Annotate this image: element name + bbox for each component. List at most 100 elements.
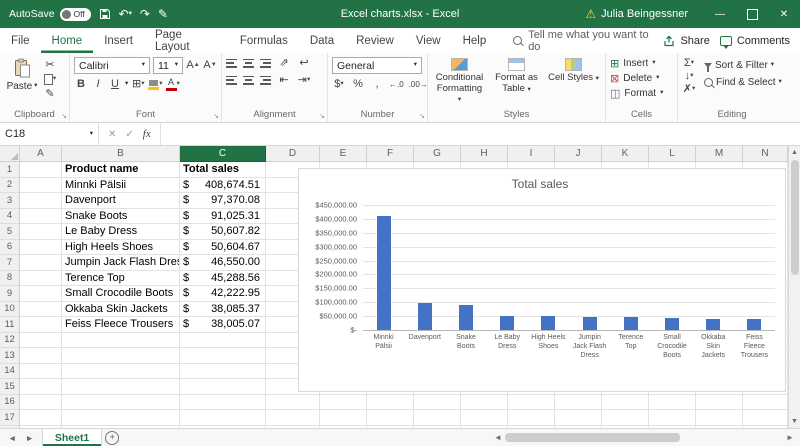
- select-all-corner[interactable]: [0, 146, 20, 162]
- cell-B3[interactable]: Davenport: [62, 193, 180, 209]
- close-button[interactable]: ✕: [768, 0, 800, 28]
- clipboard-dialog-launcher-icon[interactable]: ↘: [61, 112, 67, 120]
- cell-C10[interactable]: $38,085.37: [180, 301, 266, 317]
- cell-A7[interactable]: [20, 255, 62, 271]
- scroll-up-icon[interactable]: ▲: [791, 146, 798, 159]
- cell-F16[interactable]: [367, 394, 414, 410]
- save-button[interactable]: [99, 8, 111, 20]
- cell-L17[interactable]: [649, 410, 696, 426]
- underline-button[interactable]: U: [108, 78, 122, 90]
- cell-A15[interactable]: [20, 379, 62, 395]
- cell-G18[interactable]: [414, 425, 461, 428]
- cell-B16[interactable]: [62, 394, 180, 410]
- cell-B1[interactable]: Product name: [62, 162, 180, 178]
- paste-button[interactable]: Paste ▾: [4, 56, 40, 100]
- cell-I17[interactable]: [508, 410, 555, 426]
- cell-B4[interactable]: Snake Boots: [62, 208, 180, 224]
- row-header-13[interactable]: 13: [0, 348, 20, 364]
- bar-le-baby-dress[interactable]: [500, 315, 515, 330]
- row-header-15[interactable]: 15: [0, 379, 20, 395]
- insert-function-button[interactable]: fx: [143, 128, 151, 140]
- cell-D18[interactable]: [266, 425, 320, 428]
- bar-terence-top[interactable]: [623, 317, 638, 330]
- prev-sheet-icon[interactable]: ◄: [8, 433, 16, 443]
- cell-M17[interactable]: [696, 410, 743, 426]
- cell-A13[interactable]: [20, 348, 62, 364]
- cell-C1[interactable]: Total sales: [180, 162, 266, 178]
- cell-E18[interactable]: [320, 425, 367, 428]
- bar-jumpin-jack-flash-dress[interactable]: [582, 317, 597, 330]
- account-warning-icon[interactable]: ⚠: [585, 7, 596, 21]
- column-header-E[interactable]: E: [320, 146, 367, 162]
- cell-G16[interactable]: [414, 394, 461, 410]
- row-header-12[interactable]: 12: [0, 332, 20, 348]
- cell-K17[interactable]: [602, 410, 649, 426]
- tab-data[interactable]: Data: [299, 28, 345, 53]
- row-header-5[interactable]: 5: [0, 224, 20, 240]
- bold-button[interactable]: B: [74, 78, 88, 90]
- vertical-scrollbar[interactable]: ▲ ▼: [788, 146, 800, 428]
- cell-A8[interactable]: [20, 270, 62, 286]
- cell-K18[interactable]: [602, 425, 649, 428]
- row-header-8[interactable]: 8: [0, 270, 20, 286]
- align-center-icon[interactable]: [243, 75, 254, 85]
- cell-C2[interactable]: $408,674.51: [180, 177, 266, 193]
- name-box[interactable]: C18 ▾: [0, 123, 99, 145]
- cell-N16[interactable]: [743, 394, 788, 410]
- bar-feiss-fleece-trousers[interactable]: [747, 319, 762, 330]
- cell-B11[interactable]: Feiss Fleece Trousers: [62, 317, 180, 333]
- cell-B7[interactable]: Jumpin Jack Flash Dress: [62, 255, 180, 271]
- cell-E17[interactable]: [320, 410, 367, 426]
- cell-G17[interactable]: [414, 410, 461, 426]
- row-header-3[interactable]: 3: [0, 193, 20, 209]
- column-header-I[interactable]: I: [508, 146, 555, 162]
- cell-L16[interactable]: [649, 394, 696, 410]
- cell-D17[interactable]: [266, 410, 320, 426]
- find-select-button[interactable]: Find & Select ▾: [704, 75, 782, 90]
- column-header-G[interactable]: G: [414, 146, 461, 162]
- cell-B2[interactable]: Minnki Pälsii: [62, 177, 180, 193]
- maximize-button[interactable]: [736, 0, 768, 28]
- cell-L18[interactable]: [649, 425, 696, 428]
- cell-A1[interactable]: [20, 162, 62, 178]
- cell-J18[interactable]: [555, 425, 602, 428]
- vertical-scroll-thumb[interactable]: [790, 160, 799, 275]
- cell-A6[interactable]: [20, 239, 62, 255]
- cell-H16[interactable]: [461, 394, 508, 410]
- alignment-dialog-launcher-icon[interactable]: ↘: [319, 112, 325, 120]
- row-header-4[interactable]: 4: [0, 208, 20, 224]
- autosave-switch[interactable]: Off: [59, 7, 91, 21]
- cell-B13[interactable]: [62, 348, 180, 364]
- clear-button[interactable]: ✗ ▾: [682, 83, 696, 95]
- next-sheet-icon[interactable]: ►: [25, 433, 33, 443]
- cell-C6[interactable]: $50,604.67: [180, 239, 266, 255]
- cell-B18[interactable]: [62, 425, 180, 428]
- cell-styles-button[interactable]: Cell Styles ▾: [548, 58, 599, 105]
- tab-view[interactable]: View: [405, 28, 452, 53]
- undo-button[interactable]: ↶ ▾: [119, 8, 132, 20]
- row-header-14[interactable]: 14: [0, 363, 20, 379]
- conditional-formatting-button[interactable]: Conditional Formatting ▾: [434, 58, 485, 105]
- copy-button[interactable]: ▾: [43, 72, 57, 86]
- cell-M16[interactable]: [696, 394, 743, 410]
- row-header-10[interactable]: 10: [0, 301, 20, 317]
- cell-J17[interactable]: [555, 410, 602, 426]
- cell-C13[interactable]: [180, 348, 266, 364]
- cut-button[interactable]: ✂: [43, 59, 57, 71]
- bar-okkaba-skin-jackets[interactable]: [706, 319, 721, 330]
- share-button[interactable]: Share: [663, 35, 710, 47]
- cell-B15[interactable]: [62, 379, 180, 395]
- cell-H17[interactable]: [461, 410, 508, 426]
- cell-B14[interactable]: [62, 363, 180, 379]
- cell-A17[interactable]: [20, 410, 62, 426]
- merge-center-button[interactable]: ⇥ ▾: [297, 74, 311, 86]
- scroll-left-icon[interactable]: ◄: [491, 433, 505, 442]
- cell-C3[interactable]: $97,370.08: [180, 193, 266, 209]
- cell-I16[interactable]: [508, 394, 555, 410]
- cell-C14[interactable]: [180, 363, 266, 379]
- column-header-C[interactable]: C: [180, 146, 266, 162]
- tab-help[interactable]: Help: [452, 28, 498, 53]
- cancel-formula-icon[interactable]: ✕: [108, 129, 116, 140]
- cell-C15[interactable]: [180, 379, 266, 395]
- cell-B9[interactable]: Small Crocodile Boots: [62, 286, 180, 302]
